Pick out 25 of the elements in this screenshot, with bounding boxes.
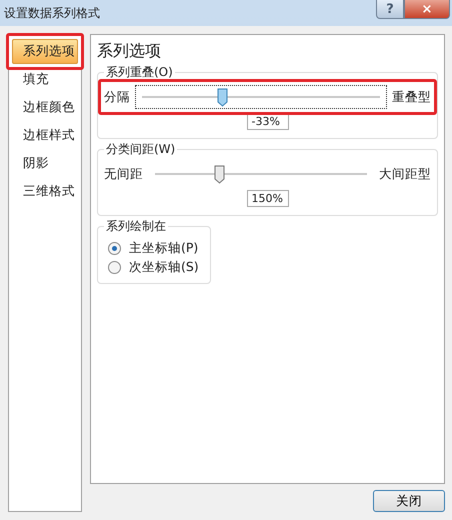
slider-min-label: 无间距 [104,166,143,182]
slider-max-label: 重叠型 [392,88,431,106]
window-title: 设置数据系列格式 [4,5,100,22]
sidebar-item[interactable]: 三维格式 [12,179,78,204]
sidebar-item[interactable]: 边框样式 [12,123,78,148]
slider-max-label: 大间距型 [379,166,431,182]
sidebar-item[interactable]: 填充 [12,67,78,92]
value-field[interactable]: -33% [246,113,288,130]
radio-option[interactable]: 主坐标轴(P) [104,239,204,258]
close-dialog-button[interactable]: 关闭 [373,490,445,512]
radio-option[interactable]: 次坐标轴(S) [104,258,204,277]
radio-button[interactable] [108,261,121,274]
group-label: 系列绘制在 [104,218,168,235]
slider-track[interactable] [136,86,386,108]
value-field[interactable]: 150% [246,190,288,207]
slider-thumb[interactable] [214,165,225,184]
slider-thumb[interactable] [216,88,228,107]
group-label: 分类间距(W) [104,141,178,158]
sidebar-item[interactable]: 阴影 [12,151,78,176]
sidebar-item[interactable]: 系列选项 [12,39,78,64]
slider-min-label: 分隔 [104,88,130,106]
radio-button[interactable] [108,242,121,255]
sidebar-item[interactable]: 边框颜色 [12,95,78,120]
panel-heading: 系列选项 [97,41,162,62]
help-button[interactable]: ? [376,0,404,19]
